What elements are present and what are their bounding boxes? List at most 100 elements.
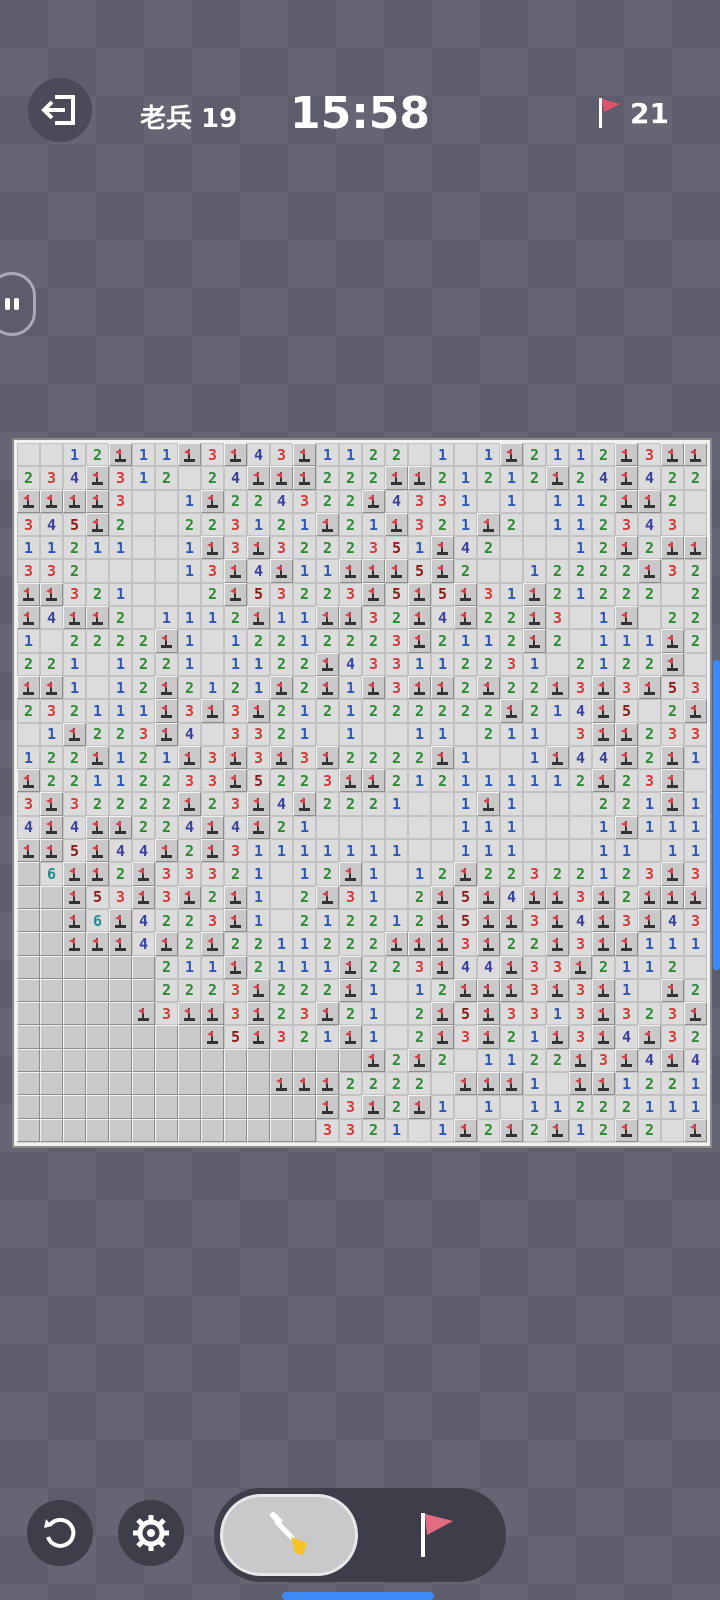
board-cell-flag[interactable]	[86, 489, 109, 513]
board-cell-number[interactable]: 2	[362, 792, 385, 816]
board-cell-flag[interactable]	[638, 675, 661, 700]
board-cell-number[interactable]: 3	[362, 652, 385, 676]
board-cell-flag[interactable]	[247, 466, 270, 490]
board-cell-number[interactable]: 1	[638, 815, 661, 840]
board-cell-flag[interactable]	[201, 815, 224, 840]
board-cell-number[interactable]: 1	[523, 745, 546, 770]
board-cell-number[interactable]: 1	[178, 652, 201, 676]
board-cell-flag[interactable]	[615, 443, 638, 467]
board-cell-number[interactable]: 2	[224, 675, 247, 700]
board-cell-number[interactable]: 2	[270, 652, 293, 676]
board-cell-flag[interactable]	[86, 606, 109, 630]
board-cell-number[interactable]: 3	[569, 932, 592, 956]
board-cell-number[interactable]: 3	[270, 443, 293, 467]
board-cell-number[interactable]: 2	[684, 582, 707, 607]
board-cell-number[interactable]: 3	[408, 489, 431, 513]
board-cell-number[interactable]: 1	[500, 815, 523, 840]
board-cell-empty[interactable]	[362, 722, 385, 746]
board-cell-number[interactable]: 5	[63, 839, 86, 863]
board-cell-flag[interactable]	[592, 885, 615, 909]
board-cell-number[interactable]: 1	[661, 932, 684, 956]
board-cell-flag[interactable]	[477, 908, 500, 933]
board-cell-number[interactable]: 3	[638, 443, 661, 467]
board-cell-number[interactable]: 1	[454, 745, 477, 770]
board-cell-empty[interactable]	[408, 839, 431, 863]
board-cell-number[interactable]: 3	[40, 559, 63, 583]
board-cell-number[interactable]: 3	[454, 1025, 477, 1049]
board-cell-empty[interactable]	[270, 862, 293, 886]
board-cell-flag[interactable]	[40, 489, 63, 513]
board-cell-number[interactable]: 2	[661, 1072, 684, 1096]
board-cell-number[interactable]: 3	[224, 978, 247, 1003]
board-cell-empty[interactable]	[385, 815, 408, 840]
board-cell-number[interactable]: 1	[40, 536, 63, 560]
board-cell-flag[interactable]	[431, 1002, 454, 1026]
board-cell-closed[interactable]	[270, 1118, 293, 1142]
board-cell-number[interactable]: 2	[270, 512, 293, 537]
board-cell-number[interactable]: 1	[293, 932, 316, 956]
board-cell-number[interactable]: 2	[684, 466, 707, 490]
board-cell-number[interactable]: 1	[477, 769, 500, 793]
board-cell-flag[interactable]	[270, 1072, 293, 1096]
board-cell-number[interactable]: 2	[546, 559, 569, 583]
board-cell-number[interactable]: 1	[316, 908, 339, 933]
board-cell-number[interactable]: 1	[362, 1025, 385, 1049]
board-cell-closed[interactable]	[86, 955, 109, 979]
board-cell-number[interactable]: 3	[155, 885, 178, 909]
board-cell-closed[interactable]	[247, 1072, 270, 1096]
board-cell-number[interactable]: 3	[17, 792, 40, 816]
board-cell-flag[interactable]	[132, 1002, 155, 1026]
board-cell-number[interactable]: 2	[270, 815, 293, 840]
board-cell-number[interactable]: 1	[293, 512, 316, 537]
board-cell-number[interactable]: 2	[661, 699, 684, 723]
board-cell-flag[interactable]	[454, 606, 477, 630]
board-cell-number[interactable]: 3	[270, 582, 293, 607]
board-cell-number[interactable]: 2	[684, 559, 707, 583]
board-cell-empty[interactable]	[523, 512, 546, 537]
board-cell-closed[interactable]	[17, 932, 40, 956]
board-cell-number[interactable]: 3	[362, 606, 385, 630]
board-cell-number[interactable]: 2	[684, 629, 707, 653]
board-cell-number[interactable]: 1	[615, 839, 638, 863]
board-cell-number[interactable]: 2	[477, 699, 500, 723]
board-cell-flag[interactable]	[339, 862, 362, 886]
board-cell-flag[interactable]	[247, 606, 270, 630]
board-cell-number[interactable]: 3	[546, 955, 569, 979]
board-cell-closed[interactable]	[132, 1118, 155, 1142]
board-cell-empty[interactable]	[638, 978, 661, 1003]
board-cell-empty[interactable]	[201, 652, 224, 676]
board-cell-number[interactable]: 1	[615, 955, 638, 979]
board-cell-number[interactable]: 1	[63, 443, 86, 467]
board-cell-empty[interactable]	[408, 792, 431, 816]
board-cell-flag[interactable]	[431, 1025, 454, 1049]
board-cell-number[interactable]: 2	[293, 582, 316, 607]
board-cell-closed[interactable]	[201, 1118, 224, 1142]
board-cell-number[interactable]: 1	[638, 629, 661, 653]
board-cell-number[interactable]: 1	[339, 699, 362, 723]
board-cell-number[interactable]: 2	[293, 1025, 316, 1049]
board-cell-flag[interactable]	[408, 1095, 431, 1119]
board-cell-number[interactable]: 2	[385, 955, 408, 979]
board-cell-number[interactable]: 1	[477, 839, 500, 863]
board-cell-empty[interactable]	[684, 769, 707, 793]
board-cell-flag[interactable]	[592, 978, 615, 1003]
board-cell-number[interactable]: 2	[684, 606, 707, 630]
board-cell-flag[interactable]	[431, 955, 454, 979]
board-cell-number[interactable]: 3	[615, 512, 638, 537]
board-cell-number[interactable]: 2	[684, 978, 707, 1003]
board-cell-empty[interactable]	[270, 908, 293, 933]
board-cell-closed[interactable]	[155, 1095, 178, 1119]
board-cell-closed[interactable]	[109, 1072, 132, 1096]
board-cell-flag[interactable]	[684, 536, 707, 560]
board-cell-empty[interactable]	[339, 815, 362, 840]
board-cell-number[interactable]: 1	[592, 862, 615, 886]
board-cell-flag[interactable]	[63, 722, 86, 746]
board-cell-flag[interactable]	[385, 932, 408, 956]
board-cell-number[interactable]: 1	[569, 443, 592, 467]
board-cell-number[interactable]: 3	[40, 466, 63, 490]
board-cell-flag[interactable]	[615, 466, 638, 490]
board-cell-number[interactable]: 3	[408, 512, 431, 537]
board-cell-number[interactable]: 3	[661, 512, 684, 537]
board-cell-number[interactable]: 2	[270, 1002, 293, 1026]
board-cell-number[interactable]: 4	[638, 512, 661, 537]
